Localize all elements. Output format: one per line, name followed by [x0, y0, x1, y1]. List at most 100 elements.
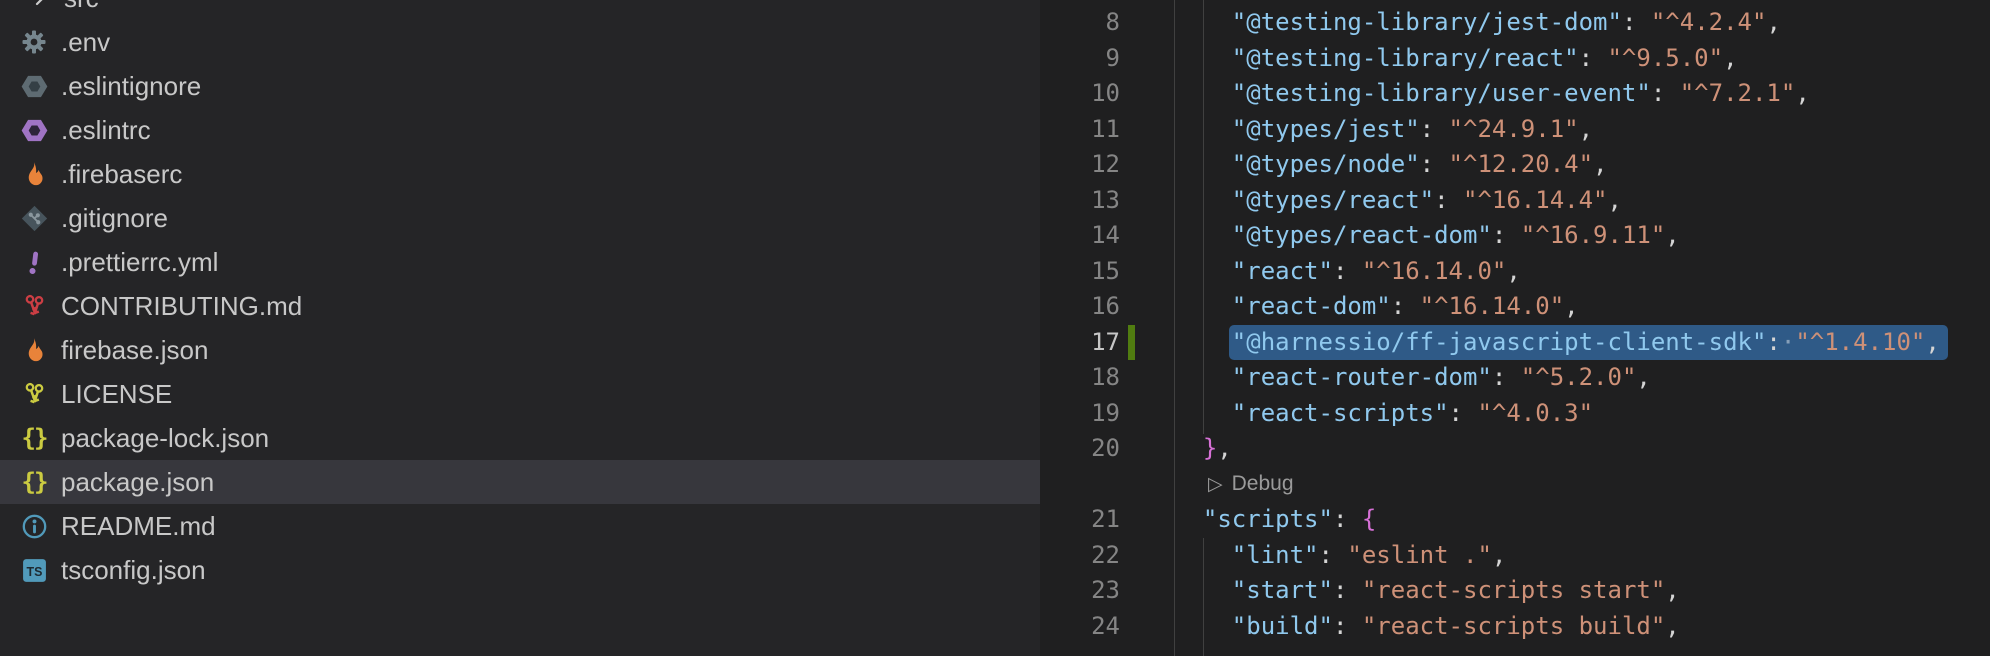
- file-tree: src .env .eslintignore .eslintrc.firebaserc…: [0, 0, 1040, 592]
- line-number[interactable]: 18: [1040, 360, 1120, 396]
- code-token: "@types/react-dom": [1232, 221, 1492, 249]
- code-token: [1463, 399, 1477, 427]
- code-token: :: [1492, 363, 1506, 391]
- code-token: "lint": [1232, 541, 1319, 569]
- code-token: ,: [1766, 8, 1780, 36]
- code-token: [1174, 576, 1232, 604]
- line-number[interactable]: 19: [1040, 396, 1120, 432]
- code-token: [1506, 221, 1520, 249]
- line-number[interactable]: 9: [1040, 41, 1120, 77]
- file-row-license[interactable]: LICENSE: [0, 372, 1040, 416]
- code-line-18[interactable]: 18 "react-router-dom": "^5.2.0",: [1040, 360, 1990, 396]
- code-text: "@types/jest": "^24.9.1",: [1174, 112, 1593, 148]
- code-line-21[interactable]: 21 "scripts": {: [1040, 502, 1990, 538]
- line-number[interactable]: 15: [1040, 254, 1120, 290]
- code-token: "^16.14.0": [1362, 257, 1507, 285]
- code-token: "@testing-library/jest-dom": [1232, 8, 1622, 36]
- file-label: firebase.json: [61, 335, 208, 366]
- file-row-prettierrc-yml[interactable]: .prettierrc.yml: [0, 240, 1040, 284]
- code-text: "start": "react-scripts start",: [1174, 573, 1680, 609]
- line-number[interactable]: 14: [1040, 218, 1120, 254]
- code-line-22[interactable]: 22 "lint": "eslint .",: [1040, 538, 1990, 574]
- code-token: [1174, 8, 1232, 36]
- code-token: [1174, 79, 1232, 107]
- code-line-24[interactable]: 24 "build": "react-scripts build",: [1040, 609, 1990, 645]
- gutter-added-indicator: [1128, 325, 1135, 361]
- code-token: :: [1434, 186, 1448, 214]
- code-token: "^1.4.10": [1795, 328, 1925, 356]
- file-row-package-lock-json[interactable]: {}package-lock.json: [0, 416, 1040, 460]
- line-number[interactable]: 13: [1040, 183, 1120, 219]
- file-row-gitignore[interactable]: .gitignore: [0, 196, 1040, 240]
- code-token: :: [1391, 292, 1405, 320]
- code-text: },: [1174, 431, 1232, 467]
- code-line-19[interactable]: 19 "react-scripts": "^4.0.3": [1040, 396, 1990, 432]
- code-token: [1174, 115, 1232, 143]
- code-line-20[interactable]: 20 },: [1040, 431, 1990, 467]
- code-token: [1174, 505, 1203, 533]
- flame-icon: [20, 336, 48, 364]
- code-line-11[interactable]: 11 "@types/jest": "^24.9.1",: [1040, 112, 1990, 148]
- file-row-tsconfig-json[interactable]: TStsconfig.json: [0, 548, 1040, 592]
- code-line-8[interactable]: 8 "@testing-library/jest-dom": "^4.2.4",: [1040, 5, 1990, 41]
- file-row-contributing-md[interactable]: CONTRIBUTING.md: [0, 284, 1040, 328]
- code-token: "^9.5.0": [1607, 44, 1723, 72]
- file-row-eslintrc[interactable]: .eslintrc: [0, 108, 1040, 152]
- line-number[interactable]: 8: [1040, 5, 1120, 41]
- code-line-23[interactable]: 23 "start": "react-scripts start",: [1040, 573, 1990, 609]
- code-text: "@testing-library/react": "^9.5.0",: [1174, 41, 1738, 77]
- line-number[interactable]: 20: [1040, 431, 1120, 467]
- line-number[interactable]: 24: [1040, 609, 1120, 645]
- code-token: ,: [1795, 79, 1809, 107]
- code-token: "^12.20.4": [1449, 150, 1594, 178]
- code-line-14[interactable]: 14 "@types/react-dom": "^16.9.11",: [1040, 218, 1990, 254]
- file-row-readme-md[interactable]: README.md: [0, 504, 1040, 548]
- folder-row-src[interactable]: src: [0, 0, 1040, 20]
- code-line-9[interactable]: 9 "@testing-library/react": "^9.5.0",: [1040, 41, 1990, 77]
- code-token: :: [1492, 221, 1506, 249]
- code-token: "@testing-library/user-event": [1232, 79, 1651, 107]
- code-token: :: [1622, 8, 1636, 36]
- code-text: "react": "^16.14.0",: [1174, 254, 1521, 290]
- file-label: .env: [61, 27, 110, 58]
- code-line-13[interactable]: 13 "@types/react": "^16.14.4",: [1040, 183, 1990, 219]
- line-number[interactable]: 12: [1040, 147, 1120, 183]
- code-token: ,: [1492, 541, 1506, 569]
- file-row-firebase-json[interactable]: firebase.json: [0, 328, 1040, 372]
- line-number[interactable]: 11: [1040, 112, 1120, 148]
- gear-icon: [20, 28, 48, 56]
- file-row-eslintignore[interactable]: .eslintignore: [0, 64, 1040, 108]
- code-text: "react-scripts": "^4.0.3": [1174, 396, 1593, 432]
- line-number[interactable]: 10: [1040, 76, 1120, 112]
- file-row-package-json[interactable]: {}package.json: [0, 460, 1040, 504]
- codelens-row[interactable]: ▷Debug: [1040, 467, 1990, 503]
- file-row-env[interactable]: .env: [0, 20, 1040, 64]
- exclamation-icon: [20, 248, 48, 276]
- line-number[interactable]: 16: [1040, 289, 1120, 325]
- ts-icon: TS: [20, 556, 48, 584]
- keys-yellow-icon: [20, 380, 48, 408]
- code-line-17[interactable]: 17 "@harnessio/ff-javascript-client-sdk"…: [1040, 325, 1990, 361]
- code-line-12[interactable]: 12 "@types/node": "^12.20.4",: [1040, 147, 1990, 183]
- file-label: .eslintignore: [61, 71, 201, 102]
- file-label: CONTRIBUTING.md: [61, 291, 302, 322]
- code-token: "react": [1232, 257, 1333, 285]
- code-line-16[interactable]: 16 "react-dom": "^16.14.0",: [1040, 289, 1990, 325]
- code-token: "^4.0.3": [1477, 399, 1593, 427]
- file-row-firebaserc[interactable]: .firebaserc: [0, 152, 1040, 196]
- line-number[interactable]: 17: [1040, 325, 1120, 361]
- braces-icon: {}: [20, 424, 48, 452]
- code-token: :: [1420, 150, 1434, 178]
- code-line-15[interactable]: 15 "react": "^16.14.0",: [1040, 254, 1990, 290]
- code-token: "scripts": [1203, 505, 1333, 533]
- line-number[interactable]: 22: [1040, 538, 1120, 574]
- line-number[interactable]: 21: [1040, 502, 1120, 538]
- line-number[interactable]: 23: [1040, 573, 1120, 609]
- code-token: [1174, 221, 1232, 249]
- code-token: [1174, 292, 1232, 320]
- codelens-debug[interactable]: ▷Debug: [1208, 467, 1294, 503]
- code-token: [1333, 541, 1347, 569]
- code-line-10[interactable]: 10 "@testing-library/user-event": "^7.2.…: [1040, 76, 1990, 112]
- code-text: "@types/react": "^16.14.4",: [1174, 183, 1622, 219]
- code-token: [1174, 612, 1232, 640]
